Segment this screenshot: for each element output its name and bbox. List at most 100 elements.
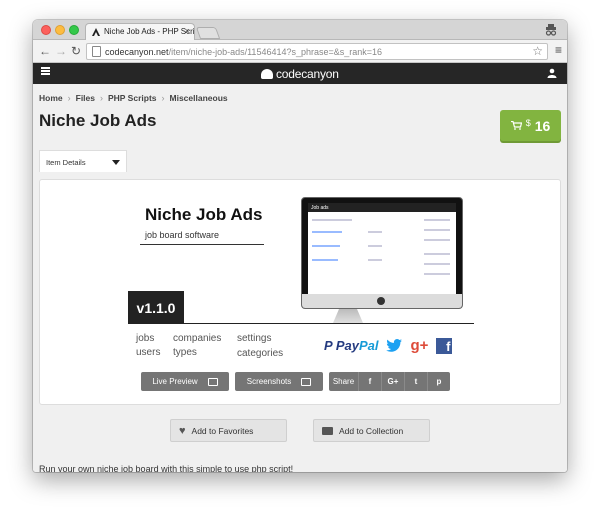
reload-icon[interactable]: ↻ (71, 44, 81, 58)
item-preview-panel: Niche Job Ads job board software Job ads (39, 179, 561, 405)
item-details-dropdown[interactable]: Item Details (39, 150, 127, 172)
screen-line (424, 253, 450, 255)
live-preview-label: Live Preview (152, 377, 198, 386)
caret-down-icon (112, 160, 120, 165)
preview-image: Niche Job Ads job board software Job ads (128, 187, 474, 367)
screen-line (368, 259, 382, 261)
screenshots-label: Screenshots (246, 377, 292, 386)
share-button[interactable]: Share (329, 372, 358, 391)
screen-line (312, 231, 342, 233)
paypal-pay-text: Pay (335, 338, 359, 353)
hamburger-menu-icon[interactable] (41, 67, 50, 75)
add-to-favorites-button[interactable]: ♥ Add to Favorites (170, 419, 287, 442)
preview-title: Niche Job Ads (145, 205, 263, 224)
minimize-window-button[interactable] (55, 25, 65, 35)
feature-settings: settings (237, 333, 272, 344)
screen-line (424, 263, 450, 265)
twitter-icon (386, 339, 403, 352)
price-value: 16 (534, 117, 551, 134)
paypal-pal-text: Pal (358, 338, 379, 353)
back-arrow-icon[interactable]: ← (39, 44, 51, 58)
monitor-chin (302, 294, 462, 308)
breadcrumb-php-scripts[interactable]: PHP Scripts (108, 93, 157, 103)
url-host: codecanyon.net (105, 47, 169, 57)
screen-line (368, 245, 382, 247)
page-viewport: codecanyon Home › Files › PHP Scripts › … (33, 63, 567, 472)
folder-icon (322, 426, 333, 435)
price-currency: $ (525, 118, 531, 128)
browser-toolbar: ← → ↻ codecanyon.net/item/niche-job-ads/… (33, 40, 567, 63)
paypal-p-icon: P (324, 338, 333, 353)
tab-close-icon[interactable]: × (185, 26, 190, 36)
screen-line (312, 259, 338, 261)
incognito-icon[interactable] (543, 22, 559, 38)
screen-brand: Job ads (308, 203, 456, 212)
page-icon (92, 46, 101, 57)
chevron-right-icon: › (67, 93, 71, 103)
site-logo[interactable]: codecanyon (261, 66, 339, 81)
chevron-right-icon: › (161, 93, 165, 103)
forward-arrow-icon[interactable]: → (55, 44, 67, 58)
breadcrumb-home[interactable]: Home (39, 93, 63, 103)
google-plus-icon: g+ (410, 337, 429, 354)
buy-price-button[interactable]: $16 (500, 110, 561, 141)
share-group: Share f G+ t p (329, 372, 450, 391)
preview-subtitle: job board software (145, 230, 220, 240)
apple-icon (377, 297, 385, 305)
close-window-button[interactable] (41, 25, 51, 35)
share-google-plus-icon[interactable]: G+ (381, 372, 404, 391)
favicon-icon (92, 28, 100, 36)
chevron-right-icon: › (100, 93, 103, 103)
screenshots-button[interactable]: Screenshots (235, 372, 323, 391)
user-icon[interactable] (547, 68, 557, 78)
breadcrumb-miscellaneous[interactable]: Miscellaneous (170, 93, 228, 103)
feature-categories: categories (237, 348, 284, 359)
title-bar: Niche Job Ads - PHP Scrip × (33, 20, 567, 40)
preview-button-row: Live Preview Screenshots Share f G+ t p (141, 372, 450, 391)
share-facebook-icon[interactable]: f (358, 372, 381, 391)
logo-leaf-icon (261, 68, 273, 79)
add-to-collection-button[interactable]: Add to Collection (313, 419, 430, 442)
maximize-window-button[interactable] (69, 25, 79, 35)
preview-baseline (184, 323, 474, 324)
add-to-favorites-label: Add to Favorites (191, 425, 254, 436)
screen-line (312, 219, 352, 221)
screen-line (424, 273, 450, 275)
page-title: Niche Job Ads (39, 111, 157, 130)
address-bar[interactable]: codecanyon.net/item/niche-job-ads/115464… (86, 43, 548, 60)
feature-users: users (136, 347, 161, 358)
site-header: codecanyon (33, 63, 567, 84)
version-badge: v1.1.0 (128, 291, 184, 324)
screen-line (424, 229, 450, 231)
browser-menu-icon[interactable]: ≡ (555, 43, 562, 57)
screen-line (424, 219, 450, 221)
paypal-logo: P PayPal (324, 338, 378, 353)
feature-types: types (173, 347, 197, 358)
tab-title: Niche Job Ads - PHP Scrip (104, 27, 195, 36)
image-icon (301, 377, 312, 386)
browser-window: Niche Job Ads - PHP Scrip × ← → ↻ codeca… (33, 20, 567, 472)
item-description: Run your own niche job board with this s… (39, 464, 294, 472)
preview-logos: P PayPal g+ f (324, 337, 453, 354)
item-details-label: Item Details (46, 158, 86, 167)
heart-icon: ♥ (179, 424, 186, 437)
monitor-illustration: Job ads (301, 197, 463, 309)
live-preview-button[interactable]: Live Preview (141, 372, 229, 391)
browser-tab[interactable]: Niche Job Ads - PHP Scrip × (85, 23, 195, 40)
breadcrumb: Home › Files › PHP Scripts › Miscellaneo… (39, 93, 228, 103)
window-icon (207, 377, 218, 386)
screen-line (368, 231, 382, 233)
facebook-icon: f (436, 337, 453, 354)
breadcrumb-files[interactable]: Files (76, 93, 95, 103)
screen-line (424, 239, 450, 241)
add-to-collection-label: Add to Collection (339, 425, 404, 436)
feature-jobs: jobs (136, 333, 155, 344)
share-pinterest-icon[interactable]: p (427, 372, 450, 391)
logo-text: codecanyon (276, 66, 339, 81)
feature-companies: companies (173, 333, 222, 344)
preview-divider (140, 244, 264, 245)
bookmark-star-icon[interactable]: ☆ (532, 44, 543, 58)
cart-icon (510, 121, 522, 130)
new-tab-button[interactable] (195, 27, 221, 39)
share-twitter-icon[interactable]: t (404, 372, 427, 391)
